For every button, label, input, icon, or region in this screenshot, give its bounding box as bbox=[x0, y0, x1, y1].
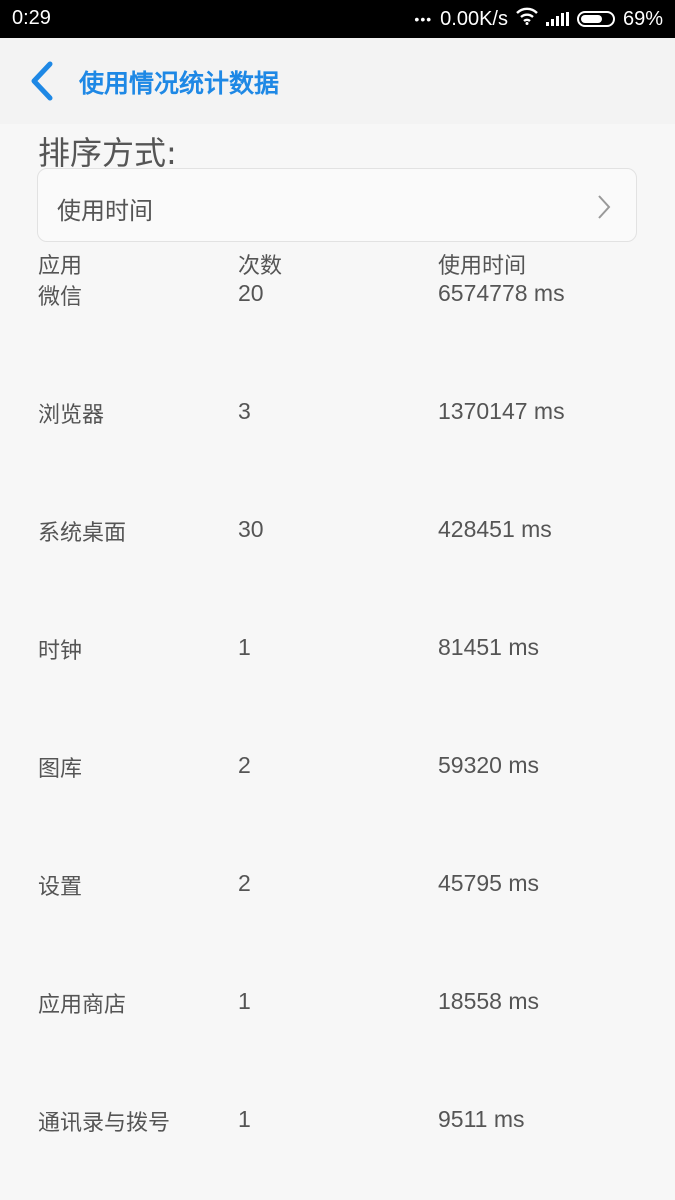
status-time: 0:29 bbox=[12, 7, 51, 29]
row-app: 应用商店 bbox=[38, 993, 127, 1018]
row-app: 系统桌面 bbox=[38, 521, 127, 546]
page-title: 使用情况统计数据 bbox=[79, 69, 280, 98]
signal-icon bbox=[545, 12, 569, 26]
row-count: 1 bbox=[238, 634, 251, 660]
row-time: 81451 ms bbox=[438, 634, 540, 660]
row-app: 时钟 bbox=[38, 639, 83, 664]
row-count: 3 bbox=[238, 398, 251, 424]
row-time: 6574778 ms bbox=[438, 280, 565, 306]
status-icons: ••• 0.00K/s 69% bbox=[414, 7, 663, 31]
chevron-right-icon bbox=[598, 195, 611, 219]
battery-fill bbox=[580, 15, 602, 23]
row-count: 1 bbox=[238, 1106, 251, 1132]
row-app: 图库 bbox=[38, 757, 83, 782]
row-time: 1370147 ms bbox=[438, 398, 565, 424]
row-time: 428451 ms bbox=[438, 516, 552, 542]
row-count: 2 bbox=[238, 870, 251, 896]
row-app: 设置 bbox=[38, 875, 83, 900]
row-app: 浏览器 bbox=[38, 403, 105, 428]
wifi-icon bbox=[516, 7, 538, 31]
row-app: 微信 bbox=[38, 285, 83, 310]
header-time: 使用时间 bbox=[438, 254, 527, 279]
row-time: 9511 ms bbox=[438, 1106, 525, 1132]
battery-percent: 69% bbox=[622, 7, 663, 30]
row-count: 20 bbox=[238, 280, 264, 306]
sort-value: 使用时间 bbox=[57, 197, 153, 225]
row-app: 通讯录与拨号 bbox=[38, 1111, 171, 1136]
chevron-left-icon bbox=[31, 61, 53, 101]
status-bar: 0:29 ••• 0.00K/s 69% bbox=[0, 0, 675, 38]
row-count: 2 bbox=[238, 752, 251, 778]
net-speed: 0.00K/s bbox=[440, 7, 508, 30]
more-dots-icon: ••• bbox=[414, 11, 433, 27]
sort-dropdown[interactable]: 使用时间 bbox=[37, 168, 637, 242]
header-count: 次数 bbox=[238, 254, 283, 279]
row-time: 45795 ms bbox=[438, 870, 540, 896]
title-bar: 使用情况统计数据 bbox=[0, 38, 675, 124]
header-app: 应用 bbox=[38, 254, 83, 279]
back-button[interactable] bbox=[20, 56, 64, 106]
row-time: 59320 ms bbox=[438, 752, 540, 778]
row-count: 30 bbox=[238, 516, 264, 542]
row-count: 1 bbox=[238, 988, 251, 1014]
battery-icon bbox=[576, 11, 615, 27]
row-time: 18558 ms bbox=[438, 988, 540, 1014]
